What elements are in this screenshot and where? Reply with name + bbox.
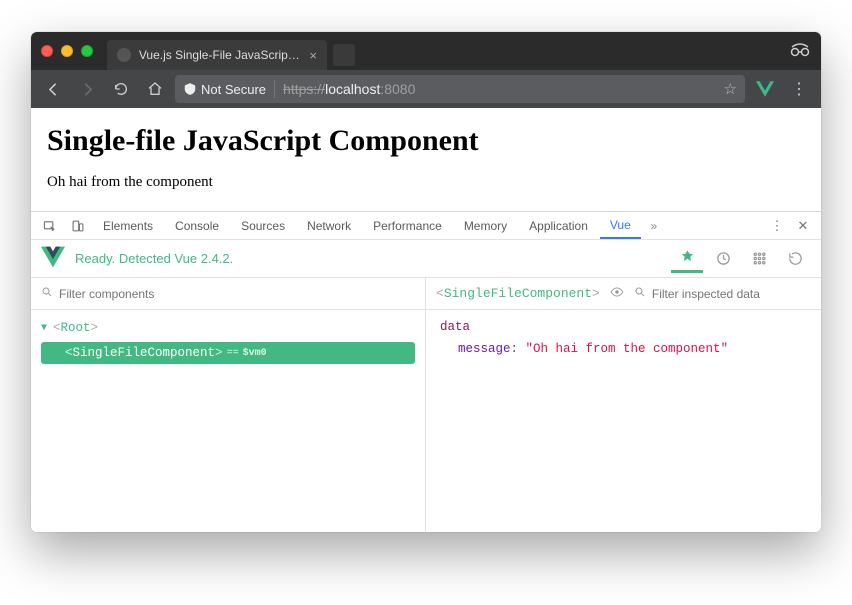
filter-components-input[interactable] <box>59 287 415 301</box>
browser-menu-button[interactable]: ⋮ <box>785 75 813 103</box>
tree-child-row[interactable]: <SingleFileComponent> == $vm0 <box>41 342 415 364</box>
security-badge[interactable]: Not Secure <box>183 82 266 97</box>
vue-history-icon[interactable] <box>707 245 739 273</box>
devtools-tab-sources[interactable]: Sources <box>231 212 295 239</box>
data-section-label: data <box>440 320 807 334</box>
page-content: Single-file JavaScript Component Oh hai … <box>31 108 821 201</box>
vue-vuex-icon[interactable] <box>743 245 775 273</box>
devtools: Elements Console Sources Network Perform… <box>31 211 821 532</box>
vue-panel-header: Ready. Detected Vue 2.4.2. <box>31 240 821 278</box>
caret-down-icon[interactable]: ▼ <box>41 323 53 334</box>
bookmark-star-icon[interactable]: ☆ <box>724 80 737 98</box>
new-tab-button[interactable] <box>333 44 355 66</box>
forward-button[interactable] <box>73 75 101 103</box>
url-host: localhost <box>325 81 380 97</box>
toolbar: Not Secure https://localhost:8080 ☆ ⋮ <box>31 70 821 108</box>
viewport: Single-file JavaScript Component Oh hai … <box>31 108 821 532</box>
vue-logo-icon <box>41 245 65 272</box>
search-icon <box>634 286 646 301</box>
devtools-tab-application[interactable]: Application <box>519 212 598 239</box>
devtools-tab-memory[interactable]: Memory <box>454 212 517 239</box>
back-button[interactable] <box>39 75 67 103</box>
close-window-button[interactable] <box>41 45 53 57</box>
data-key: message <box>458 342 511 356</box>
url-port: :8080 <box>380 81 415 97</box>
vue-filter-right: <SingleFileComponent> <box>426 278 821 309</box>
browser-window: Vue.js Single-File JavaScript C × Not Se… <box>31 32 821 532</box>
devtools-overflow-icon[interactable]: » <box>643 212 665 239</box>
vue-body: ▼ <Root> <SingleFileComponent> == $vm0 d… <box>31 310 821 532</box>
vm-ref: $vm0 <box>243 348 267 359</box>
data-row: message: "Oh hai from the component" <box>440 342 807 356</box>
favicon-icon <box>117 48 131 62</box>
titlebar: Vue.js Single-File JavaScript C × <box>31 32 821 70</box>
selected-component: <SingleFileComponent> <box>436 286 600 301</box>
tree-child-label: SingleFileComponent <box>73 346 216 360</box>
tree-root-row[interactable]: ▼ <Root> <box>41 318 415 338</box>
traffic-lights <box>41 45 93 57</box>
incognito-icon <box>789 41 811 62</box>
vue-filter-left <box>31 278 426 309</box>
home-button[interactable] <box>141 75 169 103</box>
zoom-window-button[interactable] <box>81 45 93 57</box>
vue-components-tab-icon[interactable] <box>671 245 703 273</box>
inspector-panel: data message: "Oh hai from the component… <box>426 310 821 532</box>
page-heading: Single-file JavaScript Component <box>47 124 805 158</box>
filter-inspected-input[interactable] <box>652 287 811 301</box>
device-toggle-icon[interactable] <box>65 212 91 239</box>
minimize-window-button[interactable] <box>61 45 73 57</box>
devtools-tab-console[interactable]: Console <box>165 212 229 239</box>
tab-close-icon[interactable]: × <box>309 48 317 63</box>
devtools-tab-elements[interactable]: Elements <box>93 212 163 239</box>
url: https://localhost:8080 <box>283 81 415 97</box>
search-icon <box>41 286 53 301</box>
reload-button[interactable] <box>107 75 135 103</box>
url-scheme: https:// <box>283 81 325 97</box>
vue-refresh-icon[interactable] <box>779 245 811 273</box>
devtools-menu-button[interactable]: ⋮ <box>765 218 789 234</box>
devtools-close-button[interactable]: ✕ <box>791 218 815 234</box>
security-text: Not Secure <box>201 82 266 97</box>
devtools-tab-performance[interactable]: Performance <box>363 212 452 239</box>
devtools-tab-vue[interactable]: Vue <box>600 212 641 239</box>
eye-icon[interactable] <box>610 285 624 302</box>
separator <box>274 80 275 98</box>
tree-root-label: Root <box>61 321 91 335</box>
page-text: Oh hai from the component <box>47 174 805 191</box>
inspect-element-icon[interactable] <box>37 212 63 239</box>
browser-tab[interactable]: Vue.js Single-File JavaScript C × <box>107 40 327 70</box>
vue-tool-icons <box>671 245 811 273</box>
component-tree: ▼ <Root> <SingleFileComponent> == $vm0 <box>31 310 426 532</box>
address-bar[interactable]: Not Secure https://localhost:8080 ☆ <box>175 75 745 103</box>
devtools-tab-network[interactable]: Network <box>297 212 361 239</box>
vue-filter-row: <SingleFileComponent> <box>31 278 821 310</box>
vue-status-text: Ready. Detected Vue 2.4.2. <box>75 251 233 266</box>
vue-devtools-extension-icon[interactable] <box>751 75 779 103</box>
data-value: "Oh hai from the component" <box>526 342 729 356</box>
tab-title: Vue.js Single-File JavaScript C <box>139 48 302 62</box>
devtools-tabs: Elements Console Sources Network Perform… <box>31 212 821 240</box>
